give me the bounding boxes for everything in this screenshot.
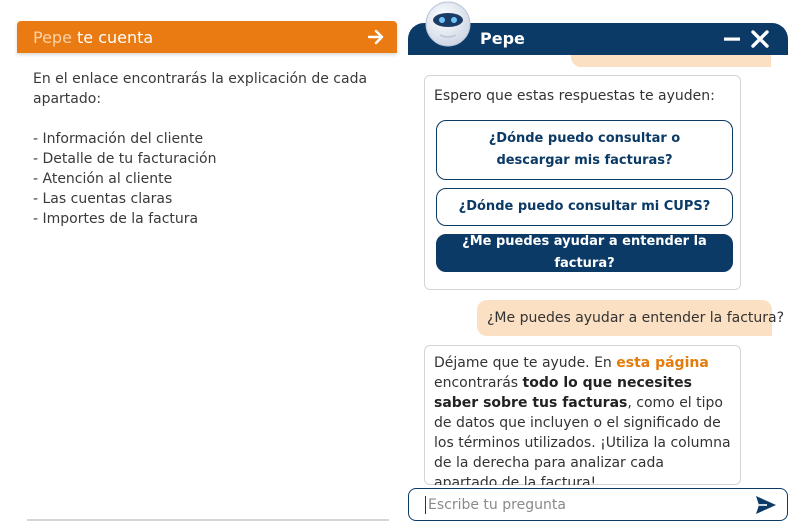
bot-message: Déjame que te ayude. En esta página enco… <box>424 345 741 485</box>
minimize-icon[interactable] <box>722 29 742 49</box>
robot-avatar-icon <box>425 1 471 47</box>
pepe-te-cuenta-panel: Pepe te cuenta En el enlace encontrarás … <box>17 21 397 521</box>
bot-name: Pepe <box>480 29 525 48</box>
page-link[interactable]: esta página <box>616 355 709 371</box>
panel-title-rest: te cuenta <box>77 27 154 47</box>
user-message-bubble: ¿Me puedes ayudar a entender la factura? <box>477 300 784 336</box>
panel-title: Pepe te cuenta <box>33 28 153 47</box>
bot-reply-text: Déjame que te ayude. En <box>434 355 617 371</box>
close-icon[interactable] <box>750 29 770 49</box>
question-input[interactable] <box>428 496 755 513</box>
send-icon[interactable] <box>755 495 777 515</box>
chat-widget: Espero que estas respuestas te ayuden: ¿… <box>408 1 788 521</box>
chat-messages[interactable]: Espero que estas respuestas te ayuden: ¿… <box>408 23 788 485</box>
list-item: - Importes de la factura <box>33 211 199 227</box>
bot-message-text: Espero que estas respuestas te ayuden: <box>434 88 715 104</box>
text-cursor <box>425 495 426 514</box>
chat-input-bar[interactable] <box>408 488 788 521</box>
arrow-right-icon[interactable] <box>367 28 385 46</box>
panel-title-brand: Pepe <box>33 27 72 47</box>
list-item: - Las cuentas claras <box>33 191 173 207</box>
bot-message: Espero que estas respuestas te ayuden: ¿… <box>424 75 741 290</box>
suggestion-button[interactable]: ¿Dónde puedo consultar o descargar mis f… <box>436 120 733 180</box>
panel-intro-line1: En el enlace encontrarás la explicación … <box>33 71 368 87</box>
divider <box>27 519 389 521</box>
panel-content: En el enlace encontrarás la explicación … <box>17 53 397 245</box>
suggestion-button[interactable]: ¿Dónde puedo consultar mi CUPS? <box>436 188 733 226</box>
list-item: - Detalle de tu facturación <box>33 151 217 167</box>
list-item: - Información del cliente <box>33 131 204 147</box>
panel-intro: En el enlace encontrarás la explicación … <box>33 69 381 109</box>
list-item: - Atención al cliente <box>33 171 173 187</box>
suggestion-button-selected[interactable]: ¿Me puedes ayudar a entender la factura? <box>436 234 733 272</box>
panel-header[interactable]: Pepe te cuenta <box>17 21 397 53</box>
section-list: - Información del cliente - Detalle de t… <box>33 129 381 229</box>
panel-intro-line2: apartado: <box>33 91 102 107</box>
bot-reply-text: encontrarás <box>434 375 523 391</box>
